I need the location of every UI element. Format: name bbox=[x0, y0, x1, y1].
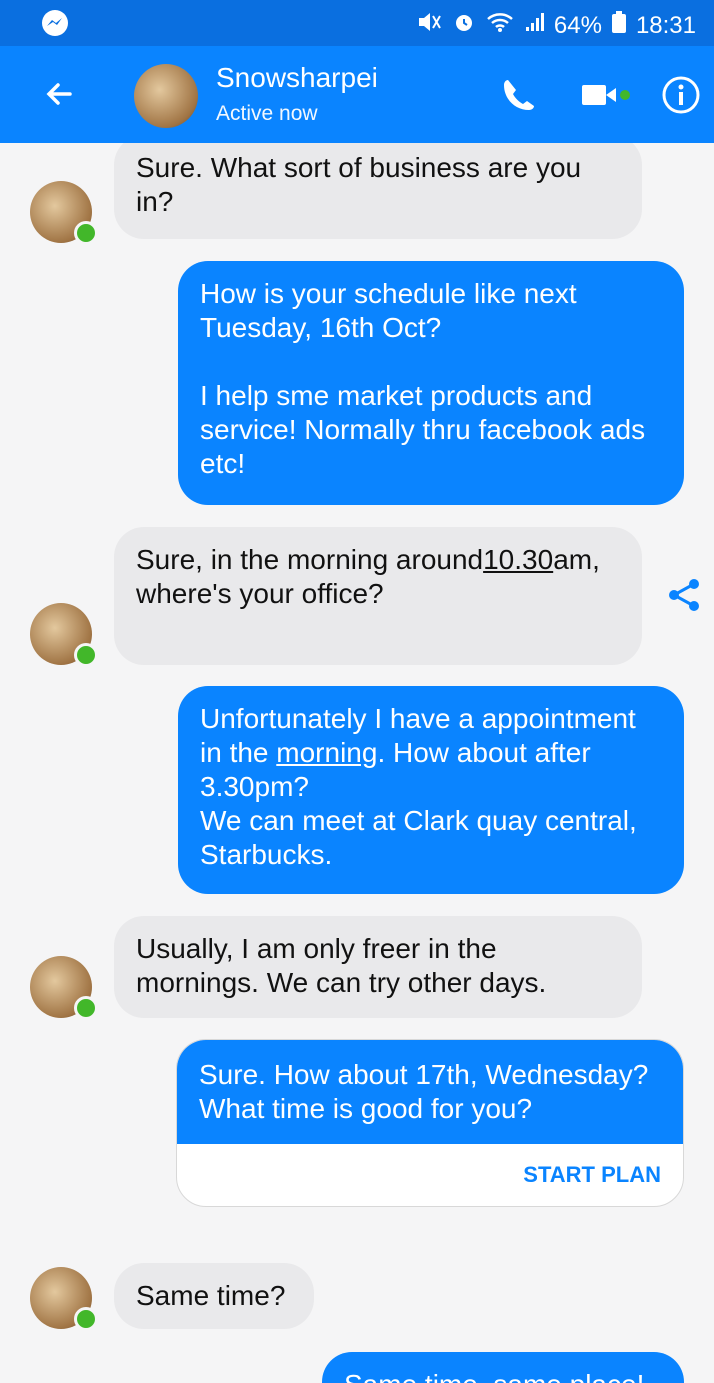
active-status-dot bbox=[74, 1307, 98, 1331]
outgoing-message[interactable]: How is your schedule like next Tuesday, … bbox=[178, 261, 684, 505]
contact-avatar[interactable] bbox=[134, 64, 198, 128]
outgoing-message[interactable]: Unfortunately I have a appointment in th… bbox=[178, 686, 684, 894]
contact-status: Active now bbox=[216, 102, 318, 125]
time-link[interactable]: 10.30 bbox=[483, 544, 553, 575]
back-arrow-icon[interactable] bbox=[40, 74, 80, 114]
conversation-header: Snowsharpei Active now bbox=[0, 46, 714, 143]
alarm-icon bbox=[452, 10, 476, 41]
outgoing-message[interactable]: Sure. How about 17th, Wednesday? What ti… bbox=[177, 1040, 683, 1144]
outgoing-message[interactable]: Same time, same place! bbox=[322, 1352, 684, 1383]
plan-suggestion-card[interactable]: Sure. How about 17th, Wednesday? What ti… bbox=[176, 1039, 684, 1207]
morning-link[interactable]: morning bbox=[276, 737, 377, 768]
battery-icon bbox=[611, 11, 626, 40]
phone-call-icon[interactable] bbox=[498, 74, 540, 116]
active-status-dot bbox=[74, 996, 98, 1020]
messenger-notification-icon bbox=[40, 8, 70, 43]
start-plan-button[interactable]: START PLAN bbox=[177, 1144, 683, 1206]
wifi-icon bbox=[486, 11, 514, 40]
info-icon[interactable] bbox=[660, 74, 702, 116]
contact-name[interactable]: Snowsharpei bbox=[216, 62, 378, 94]
clock: 18:31 bbox=[635, 11, 696, 39]
share-icon[interactable] bbox=[666, 577, 702, 613]
message-list[interactable]: Sure. What sort of business are you in? … bbox=[0, 143, 714, 1383]
status-bar: 64% 18:31 bbox=[0, 0, 714, 46]
incoming-message[interactable]: Sure. What sort of business are you in? bbox=[114, 143, 642, 239]
video-call-icon[interactable] bbox=[580, 74, 630, 116]
signal-icon bbox=[524, 11, 544, 40]
incoming-message[interactable]: Same time? bbox=[114, 1263, 314, 1329]
battery-level: 64% bbox=[553, 11, 602, 39]
active-status-dot bbox=[74, 221, 98, 245]
incoming-message[interactable]: Usually, I am only freer in the mornings… bbox=[114, 916, 642, 1018]
mute-icon bbox=[416, 10, 442, 41]
incoming-message[interactable]: Sure, in the morning around10.30am, wher… bbox=[114, 527, 642, 665]
active-status-dot bbox=[74, 643, 98, 667]
message-text: Sure, in the morning around bbox=[136, 544, 484, 575]
